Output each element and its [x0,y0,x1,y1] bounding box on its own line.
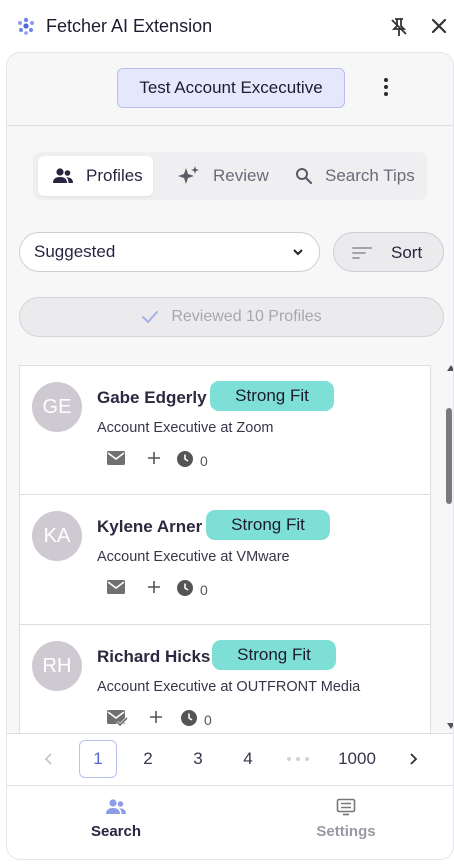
page-last-button[interactable]: 1000 [331,740,383,778]
sort-button[interactable]: Sort [333,232,444,272]
scroll-thumb[interactable] [446,408,452,504]
tab-profiles-label: Profiles [86,166,143,185]
page-4-button[interactable]: 4 [229,740,267,778]
history-count: 0 [200,453,208,469]
panel-header: Test Account Excecutive [7,53,453,126]
plus-icon[interactable] [146,579,162,595]
page-1-button[interactable]: 1 [79,740,117,778]
app-title: Fetcher AI Extension [46,16,213,36]
chevron-right-icon [410,753,418,765]
settings-panel-icon [336,798,356,816]
clock-icon[interactable] [176,579,194,597]
profile-card[interactable]: GE Gabe Edgerly Strong Fit Account Execu… [20,365,430,495]
clock-icon[interactable] [176,450,194,468]
people-icon [106,799,126,814]
prev-page-button[interactable] [39,740,59,778]
plus-icon[interactable] [146,450,162,466]
tab-profiles[interactable]: Profiles [38,156,153,196]
close-icon[interactable] [428,15,450,37]
pagination: 1 2 3 4 1000 [7,733,453,785]
clock-icon[interactable] [180,709,198,727]
nav-settings-label: Settings [316,823,376,840]
scroll-down-arrow-icon[interactable] [447,723,453,729]
sort-label: Sort [391,243,423,262]
page-2-button[interactable]: 2 [129,740,167,778]
nav-settings[interactable]: Settings [286,798,406,840]
profile-name[interactable]: Gabe Edgerly [97,388,207,408]
tab-search-tips[interactable]: Search Tips [285,156,423,196]
profile-role: Account Executive at VMware [97,549,290,565]
profile-name[interactable]: Richard Hicks [97,647,210,667]
suggested-select[interactable]: Suggested [19,232,320,272]
list-scrollbar[interactable] [445,365,453,735]
title-bar: Fetcher AI Extension [0,0,454,52]
scroll-up-arrow-icon[interactable] [447,365,453,371]
fit-badge: Strong Fit [212,640,336,670]
plus-icon[interactable] [148,709,164,725]
people-icon [53,168,73,183]
reviewed-label: Reviewed 10 Profiles [171,308,322,325]
suggested-select-value: Suggested [34,242,116,261]
avatar: GE [32,382,82,432]
avatar: RH [32,641,82,691]
profile-card[interactable]: KA Kylene Arner Strong Fit Account Execu… [20,494,430,624]
history-count: 0 [200,582,208,598]
profile-card[interactable]: RH Richard Hicks Strong Fit Account Exec… [20,624,430,733]
page-ellipsis[interactable] [287,757,309,761]
page-3-button[interactable]: 3 [179,740,217,778]
fit-badge: Strong Fit [210,381,334,411]
chevron-down-icon [293,249,303,256]
fit-badge: Strong Fit [206,510,330,540]
nav-search-label: Search [90,823,142,840]
profile-list: GE Gabe Edgerly Strong Fit Account Execu… [19,365,431,733]
profile-role: Account Executive at Zoom [97,420,274,436]
extension-panel: Test Account Excecutive Profiles Review [6,52,454,860]
sort-icon [352,247,372,259]
unpin-icon[interactable] [388,16,410,38]
next-page-button[interactable] [403,740,423,778]
fetcher-logo-icon [18,17,34,35]
bottom-nav: Search Settings [7,785,453,859]
more-options-icon[interactable] [378,75,394,99]
tab-review[interactable]: Review [163,156,273,196]
tab-bar: Profiles Review Search Tips [33,152,427,200]
account-selector-button[interactable]: Test Account Excecutive [117,68,345,108]
sparkle-icon [178,166,199,184]
chevron-left-icon [44,753,52,765]
tab-review-label: Review [213,166,269,185]
history-count: 0 [204,712,212,728]
tab-search-tips-label: Search Tips [325,166,415,185]
reviewed-profiles-button[interactable]: Reviewed 10 Profiles [19,297,444,337]
profile-role: Account Executive at OUTFRONT Media [97,679,361,695]
search-icon [296,168,313,185]
avatar: KA [32,511,82,561]
profile-name[interactable]: Kylene Arner [97,517,202,537]
nav-search[interactable]: Search [56,798,176,840]
mail-check-icon[interactable] [106,709,128,727]
mail-icon[interactable] [106,450,126,466]
mail-icon[interactable] [106,579,126,595]
check-icon [142,311,159,324]
